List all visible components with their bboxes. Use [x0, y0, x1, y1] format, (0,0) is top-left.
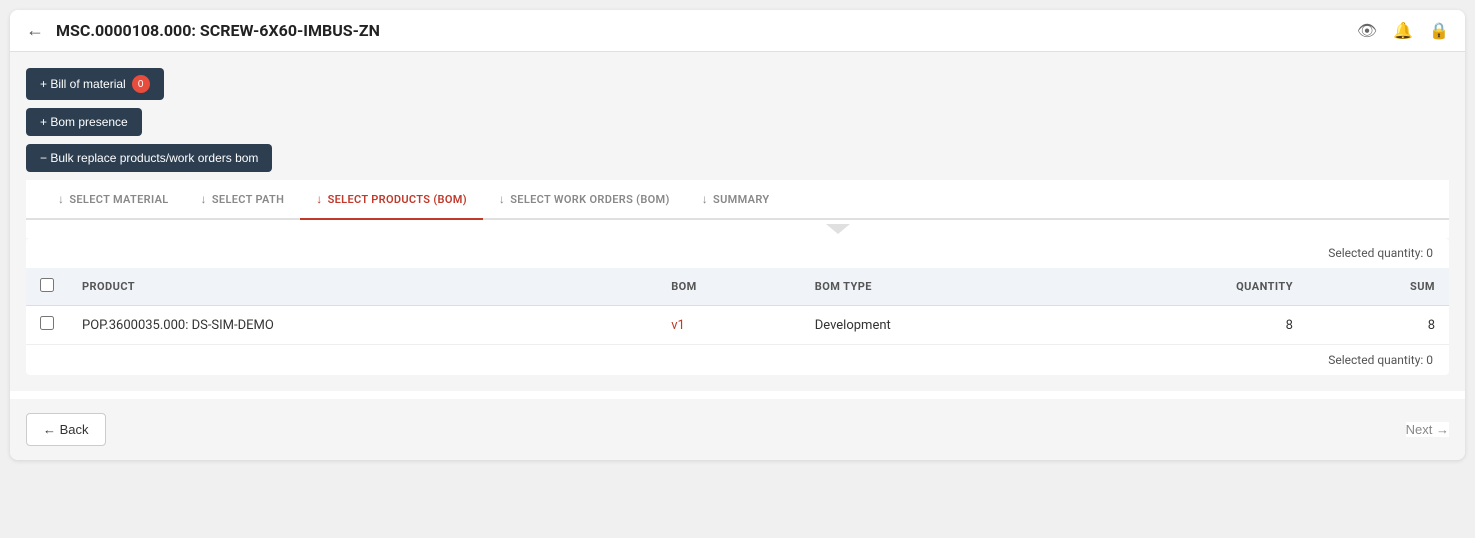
step-select-material[interactable]: ↓ SELECT MATERIAL: [42, 180, 185, 218]
step-material-icon: ↓: [58, 192, 64, 206]
header-actions: 👁 🔔 🔒: [1357, 21, 1449, 40]
bell-icon[interactable]: 🔔: [1393, 21, 1413, 40]
step-summary[interactable]: ↓ SUMMARY: [686, 180, 786, 218]
next-button[interactable]: Next →: [1406, 422, 1449, 437]
header-quantity: QUANTITY: [1080, 268, 1307, 306]
step-work-orders-icon: ↓: [499, 192, 505, 206]
page-title: MSC.0000108.000: SCREW-6X60-IMBUS-ZN: [56, 21, 1357, 40]
bulk-replace-row: − Bulk replace products/work orders bom: [26, 144, 1449, 180]
selected-quantity-top: Selected quantity: 0: [26, 238, 1449, 268]
content-area: + Bill of material 0 + Bom presence − Bu…: [10, 52, 1465, 391]
bom-presence-button[interactable]: + Bom presence: [26, 108, 142, 136]
page-header: ← MSC.0000108.000: SCREW-6X60-IMBUS-ZN 👁…: [10, 10, 1465, 52]
page-footer: ← Back Next →: [10, 399, 1465, 460]
select-all-checkbox[interactable]: [40, 278, 54, 292]
step-select-path[interactable]: ↓ SELECT PATH: [185, 180, 301, 218]
products-table: PRODUCT BOM BOM TYPE QUANTITY SUM POP.36…: [26, 268, 1449, 345]
row-checkbox[interactable]: [40, 316, 54, 330]
bill-of-material-badge: 0: [132, 75, 150, 93]
eye-icon[interactable]: 👁: [1357, 21, 1377, 40]
row-quantity: 8: [1080, 306, 1307, 345]
lock-icon[interactable]: 🔒: [1429, 21, 1449, 40]
bulk-replace-button[interactable]: − Bulk replace products/work orders bom: [26, 144, 272, 172]
step-summary-icon: ↓: [702, 192, 708, 206]
row-checkbox-cell: [26, 306, 68, 345]
back-button[interactable]: ← Back: [26, 413, 106, 446]
bill-of-material-row: + Bill of material 0: [26, 68, 1449, 108]
header-product: PRODUCT: [68, 268, 657, 306]
bom-presence-row: + Bom presence: [26, 108, 1449, 144]
table-row: POP.3600035.000: DS-SIM-DEMO v1 Developm…: [26, 306, 1449, 345]
header-bom-type: BOM TYPE: [801, 268, 1080, 306]
table-header-row: PRODUCT BOM BOM TYPE QUANTITY SUM: [26, 268, 1449, 306]
step-select-products-bom[interactable]: ↓ SELECT PRODUCTS (BOM): [300, 180, 483, 220]
step-arrow: [26, 220, 1449, 238]
row-product: POP.3600035.000: DS-SIM-DEMO: [68, 306, 657, 345]
bill-of-material-button[interactable]: + Bill of material 0: [26, 68, 164, 100]
back-navigation-icon[interactable]: ←: [26, 20, 44, 41]
row-bom[interactable]: v1: [657, 306, 801, 345]
step-products-icon: ↓: [316, 192, 322, 206]
table-section: Selected quantity: 0 PRODUCT BOM BOM TYP…: [26, 238, 1449, 375]
selected-quantity-bottom: Selected quantity: 0: [26, 345, 1449, 375]
steps-bar: ↓ SELECT MATERIAL ↓ SELECT PATH ↓ SELECT…: [26, 180, 1449, 220]
row-sum: 8: [1307, 306, 1449, 345]
step-select-work-orders-bom[interactable]: ↓ SELECT WORK ORDERS (BOM): [483, 180, 686, 218]
row-bom-type: Development: [801, 306, 1080, 345]
header-checkbox-col: [26, 268, 68, 306]
header-bom: BOM: [657, 268, 801, 306]
step-path-icon: ↓: [201, 192, 207, 206]
header-sum: SUM: [1307, 268, 1449, 306]
